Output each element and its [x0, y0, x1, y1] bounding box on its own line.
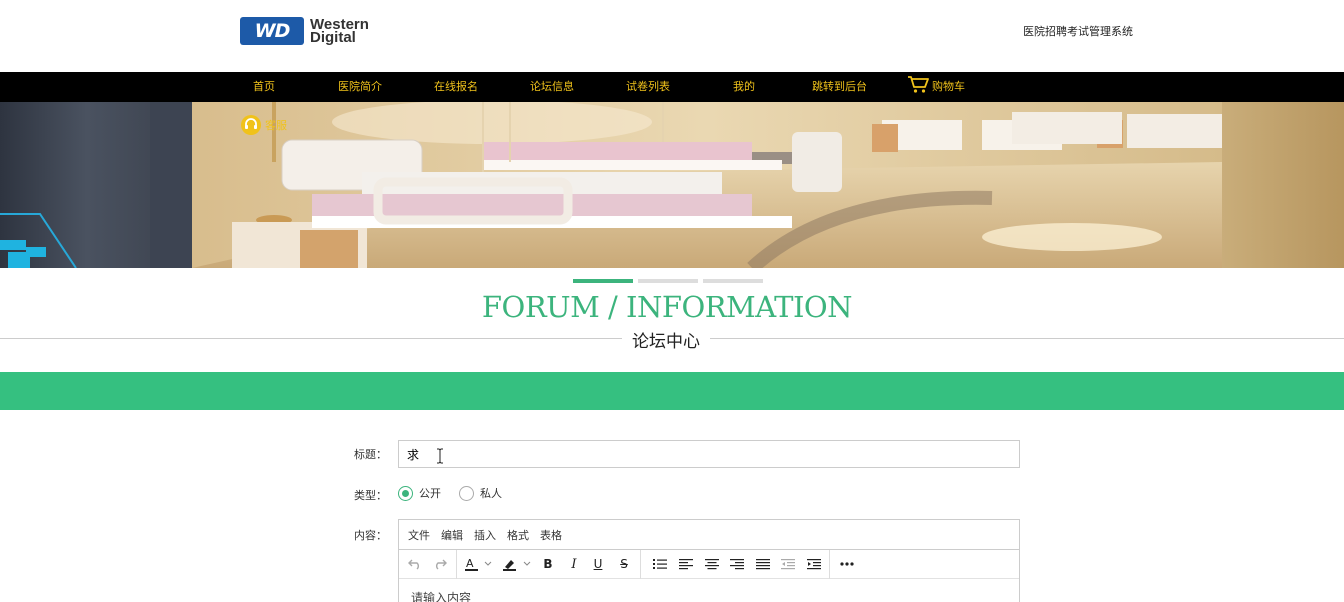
title-input[interactable]: [398, 440, 1020, 468]
strikethrough-icon[interactable]: S: [617, 555, 631, 573]
carousel-dot-3[interactable]: [703, 279, 763, 283]
toolbar-separator: [640, 550, 641, 579]
toolbar-separator: [456, 550, 457, 579]
logo[interactable]: WD Western Digital: [240, 16, 369, 46]
text-cursor-icon: [437, 448, 443, 464]
undo-icon[interactable]: [407, 555, 423, 573]
radio-public-label: 公开: [419, 487, 441, 500]
editor-toolbar: A B I U S: [399, 550, 1019, 579]
outdent-icon[interactable]: [780, 555, 796, 573]
section-title-cn: 论坛中心: [622, 327, 710, 352]
nav-item-hospital-intro[interactable]: 医院简介: [338, 72, 382, 102]
italic-icon[interactable]: I: [567, 555, 581, 573]
banner-next-slide: [1222, 102, 1344, 268]
editor-menu-file[interactable]: 文件: [408, 527, 430, 543]
carousel-dot-1[interactable]: [573, 279, 633, 283]
nav-item-exam-papers[interactable]: 试卷列表: [626, 72, 670, 102]
nav-item-forum[interactable]: 论坛信息: [530, 72, 574, 102]
logo-wordmark: Western Digital: [310, 17, 369, 45]
hospital-ward-image: [192, 102, 1222, 268]
banner-prev-slide: [0, 102, 192, 268]
underline-icon[interactable]: U: [591, 555, 605, 573]
radio-private-label: 私人: [480, 487, 502, 500]
cart-label: 购物车: [932, 80, 965, 93]
editor-menu-edit[interactable]: 编辑: [441, 527, 463, 543]
banner-left-decoration: [0, 102, 192, 268]
system-title: 医院招聘考试管理系统: [1023, 25, 1133, 38]
highlight-color-icon[interactable]: [502, 555, 534, 573]
carousel-indicators: [573, 279, 763, 283]
editor-placeholder: 请输入内容: [411, 591, 472, 602]
editor-menu-table[interactable]: 表格: [540, 527, 562, 543]
rich-text-editor: 文件 编辑 插入 格式 表格 A B I U S 请输入内容: [398, 519, 1020, 602]
logo-badge-text: WD: [254, 20, 291, 42]
nav-item-home[interactable]: 首页: [253, 72, 275, 102]
type-option-private[interactable]: 私人: [459, 485, 502, 501]
cart-icon: [908, 75, 929, 93]
more-icon[interactable]: [839, 555, 855, 573]
svg-text:A: A: [466, 557, 474, 570]
carousel-dot-2[interactable]: [638, 279, 698, 283]
content-label: 内容：: [354, 529, 387, 542]
main-nav: 首页 医院简介 在线报名 论坛信息 试卷列表 我的 跳转到后台 购物车: [0, 72, 1344, 102]
redo-icon[interactable]: [432, 555, 448, 573]
font-color-icon[interactable]: A: [464, 555, 494, 573]
align-justify-icon[interactable]: [755, 555, 771, 573]
editor-menu-insert[interactable]: 插入: [474, 527, 496, 543]
nav-item-mine[interactable]: 我的: [733, 72, 755, 102]
nav-item-cart[interactable]: 购物车: [907, 72, 965, 102]
title-label: 标题：: [354, 448, 387, 461]
section-title-en: FORUM / INFORMATION: [481, 290, 853, 324]
toolbar-separator: [829, 550, 830, 579]
customer-service-label: 客服: [265, 119, 287, 132]
headset-icon: [241, 115, 261, 135]
editor-menubar: 文件 编辑 插入 格式 表格: [399, 520, 1019, 550]
nav-item-admin[interactable]: 跳转到后台: [812, 72, 867, 102]
editor-menu-format[interactable]: 格式: [507, 527, 529, 543]
align-center-icon[interactable]: [704, 555, 720, 573]
editor-content-area[interactable]: 请输入内容: [399, 579, 1019, 602]
banner-carousel: 客服: [0, 102, 1344, 268]
radio-public[interactable]: [398, 485, 413, 501]
nav-item-online-registration[interactable]: 在线报名: [434, 72, 478, 102]
align-right-icon[interactable]: [729, 555, 745, 573]
bold-icon[interactable]: B: [541, 555, 555, 573]
align-left-icon[interactable]: [678, 555, 694, 573]
logo-badge: WD: [240, 17, 304, 45]
customer-service-button[interactable]: 客服: [240, 114, 287, 136]
bullet-list-icon[interactable]: [652, 555, 668, 573]
indent-icon[interactable]: [806, 555, 822, 573]
section-band: [0, 372, 1344, 410]
type-option-public[interactable]: 公开: [398, 485, 441, 501]
site-header: WD Western Digital 医院招聘考试管理系统: [0, 0, 1344, 72]
banner-slide-hospital-ward[interactable]: [192, 102, 1222, 268]
radio-private[interactable]: [459, 485, 474, 501]
type-label: 类型：: [354, 489, 387, 502]
